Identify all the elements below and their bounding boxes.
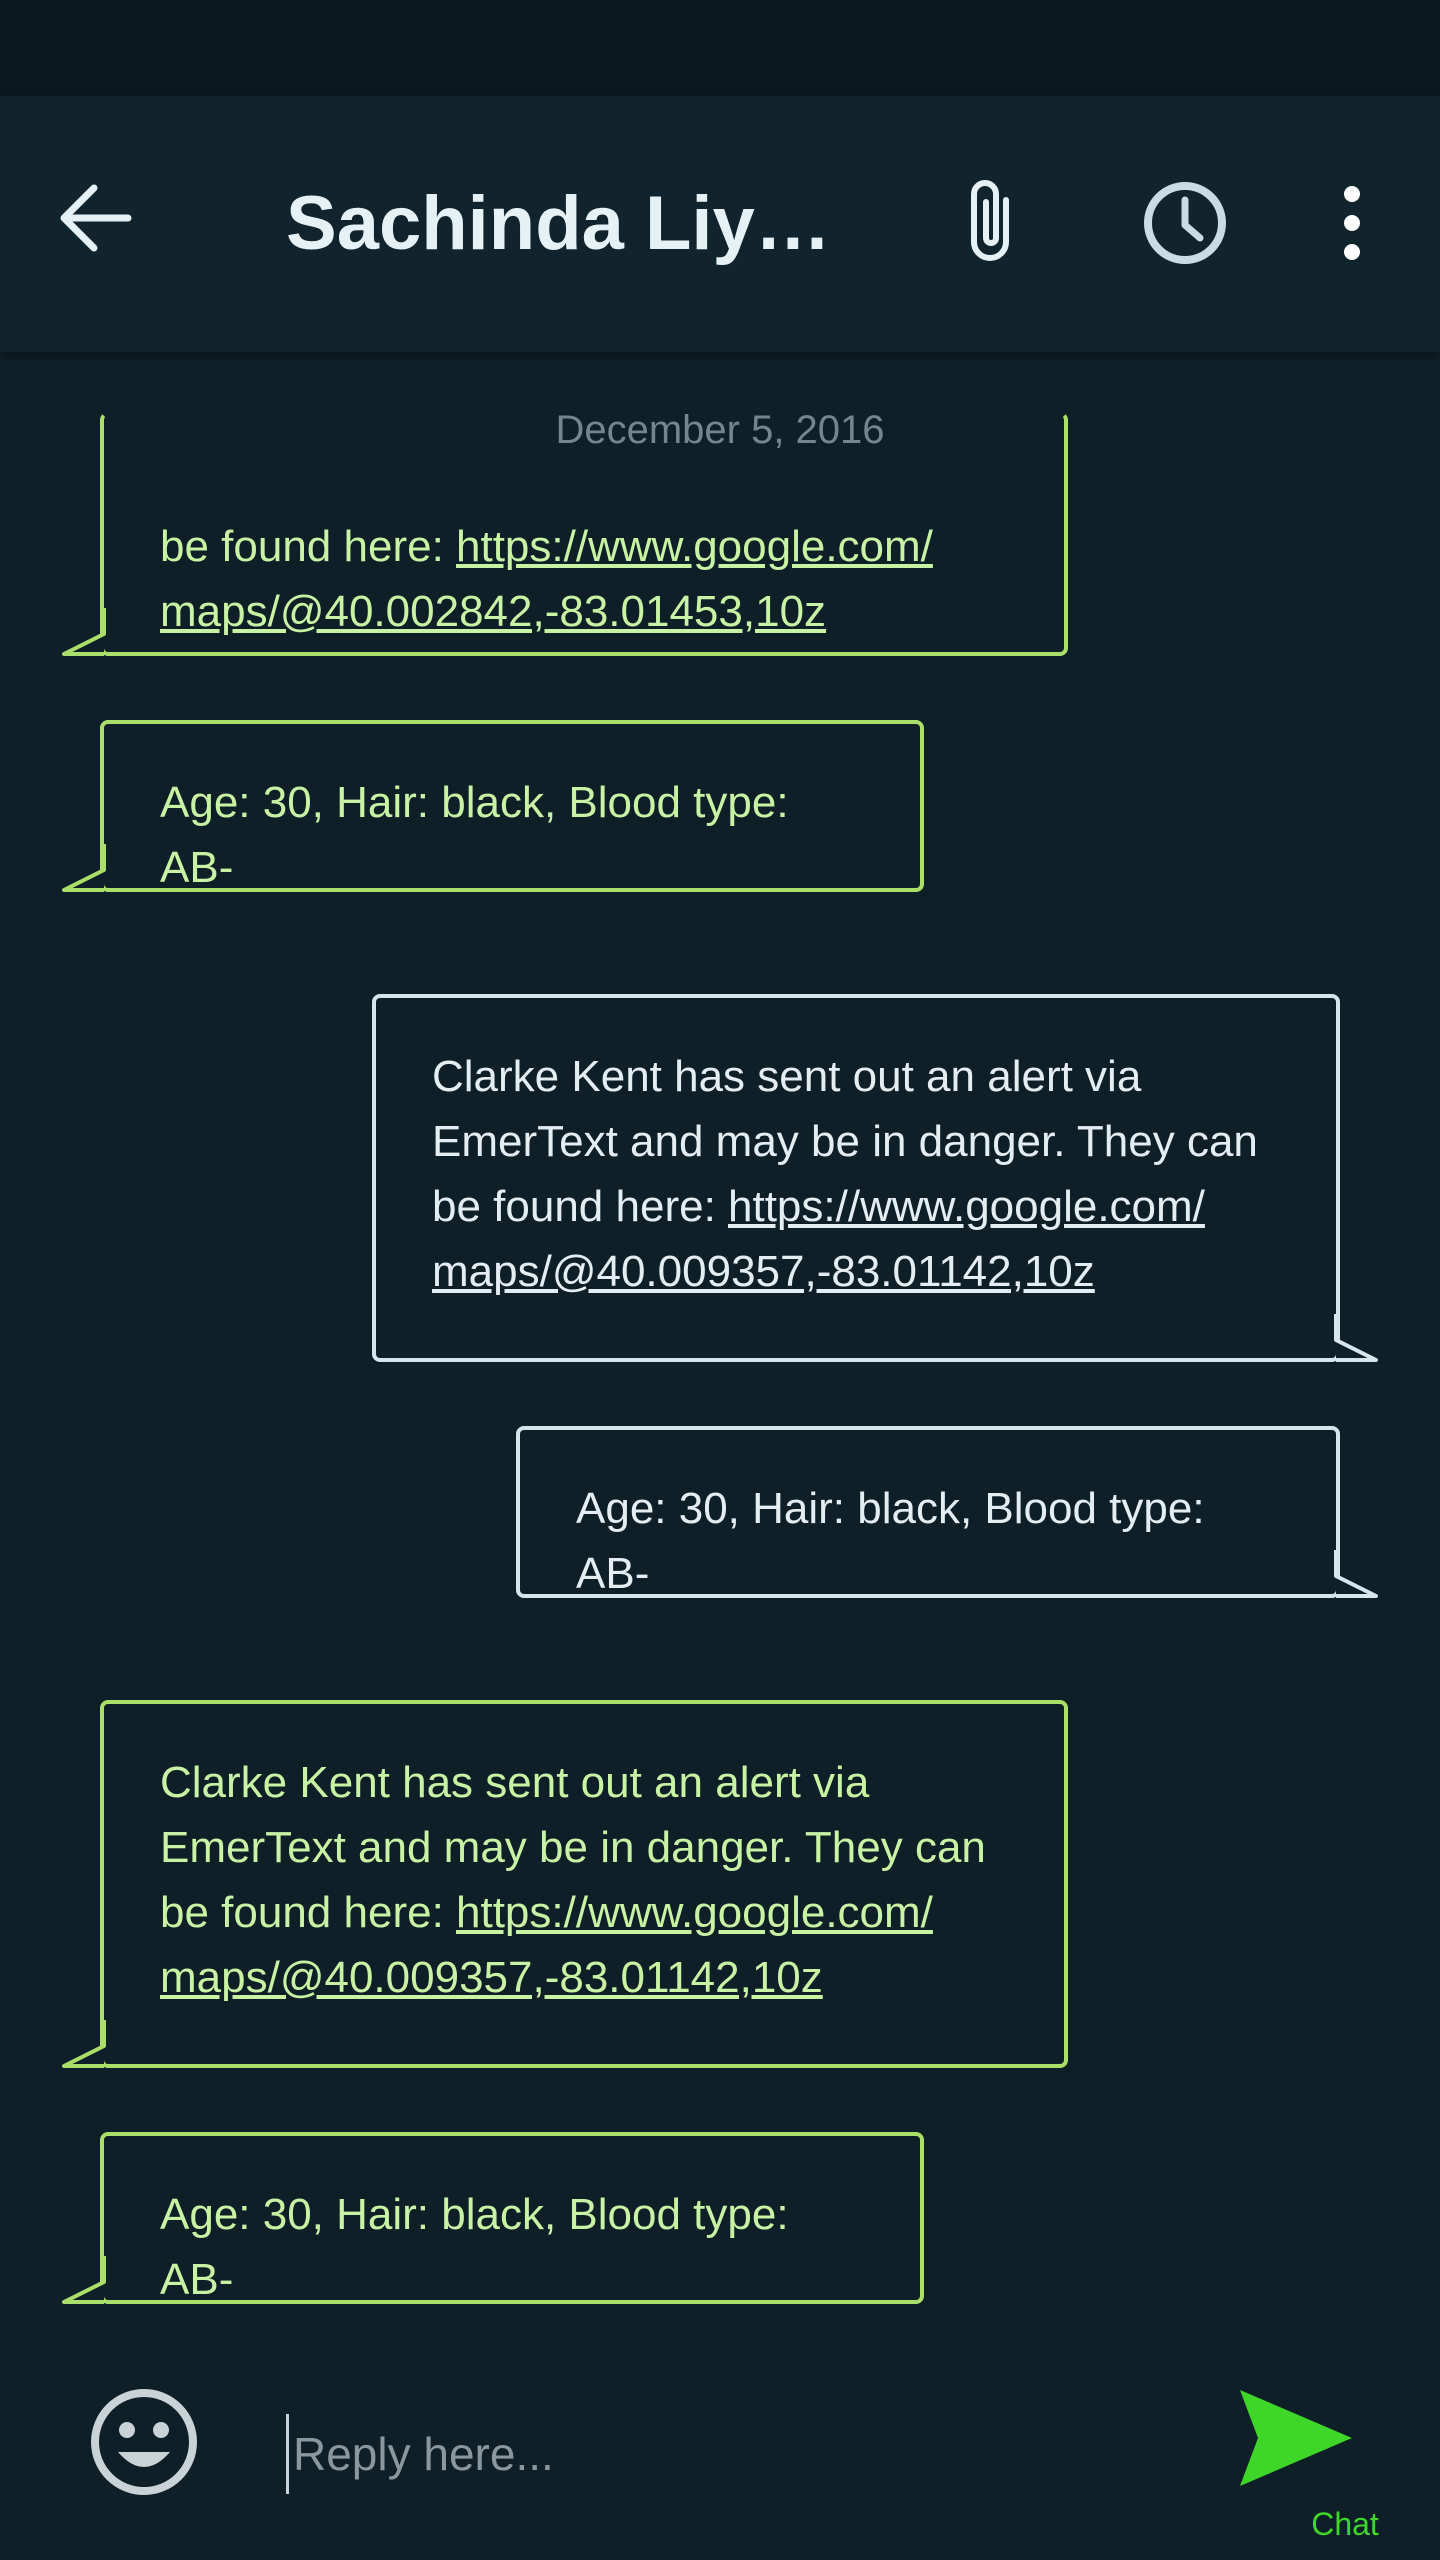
message-text: be found here: [160, 522, 457, 571]
paperclip-icon[interactable] [950, 174, 1034, 270]
map-link[interactable]: https://www.google.com/ [456, 1888, 933, 1937]
send-button-label[interactable]: Chat [1290, 2504, 1400, 2544]
message-text: EmerText and may be in danger. They can [160, 1823, 986, 1872]
bubble-tail [62, 608, 106, 656]
message-text: be found here: [160, 1888, 457, 1937]
more-options-icon[interactable] [1320, 178, 1384, 268]
message-text: EmerText and may be in danger. They can [432, 1117, 1258, 1166]
message-text: Clarke Kent has sent out an alert via [160, 1758, 870, 1807]
map-link[interactable]: https://www.google.com/ [728, 1182, 1205, 1231]
bubble-tail [1334, 1550, 1378, 1598]
message-text: be found here: [432, 1182, 729, 1231]
status-bar [0, 0, 1440, 96]
message-bubble-incoming[interactable]: Age: 30, Hair: black, Blood type: AB- [100, 2132, 924, 2304]
bubble-tail [62, 844, 106, 892]
map-link[interactable]: https://www.google.com/ [456, 522, 933, 571]
map-link[interactable]: maps/@40.002842,-83.01453,10z [160, 587, 826, 636]
map-link[interactable]: maps/@40.009357,-83.01142,10z [160, 1953, 823, 2002]
clock-icon[interactable] [1140, 178, 1230, 268]
message-text: Clarke Kent has sent out an alert via [432, 1052, 1142, 1101]
message-bubble-incoming[interactable]: Age: 30, Hair: black, Blood type: AB- [100, 720, 924, 892]
message-text: Age: 30, Hair: black, Blood type: AB- [160, 778, 789, 892]
map-link[interactable]: maps/@40.009357,-83.01142,10z [432, 1247, 1095, 1296]
message-text: Age: 30, Hair: black, Blood type: AB- [576, 1484, 1205, 1598]
message-text: Age: 30, Hair: black, Blood type: AB- [160, 2190, 789, 2304]
smiley-icon[interactable] [88, 2386, 200, 2498]
back-arrow-icon[interactable] [56, 178, 136, 258]
message-bubble-outgoing[interactable]: Age: 30, Hair: black, Blood type: AB- [516, 1426, 1340, 1598]
conversation-toolbar: Sachinda Liya… [0, 96, 1440, 352]
bubble-tail [62, 2020, 106, 2068]
contact-name[interactable]: Sachinda Liya… [286, 178, 866, 270]
message-bubble-incoming[interactable]: Clarke Kent has sent out an alert via Em… [100, 1700, 1068, 2068]
bubble-tail [1334, 1314, 1378, 1362]
message-thread[interactable]: be found here: https://www.google.com/ m… [0, 352, 1440, 2356]
reply-input[interactable] [286, 2414, 1173, 2494]
composer-bar: Chat [0, 2356, 1440, 2560]
message-bubble-outgoing[interactable]: Clarke Kent has sent out an alert via Em… [372, 994, 1340, 1362]
bubble-tail [62, 2256, 106, 2304]
date-separator: December 5, 2016 [555, 408, 885, 452]
send-icon[interactable] [1236, 2384, 1356, 2504]
